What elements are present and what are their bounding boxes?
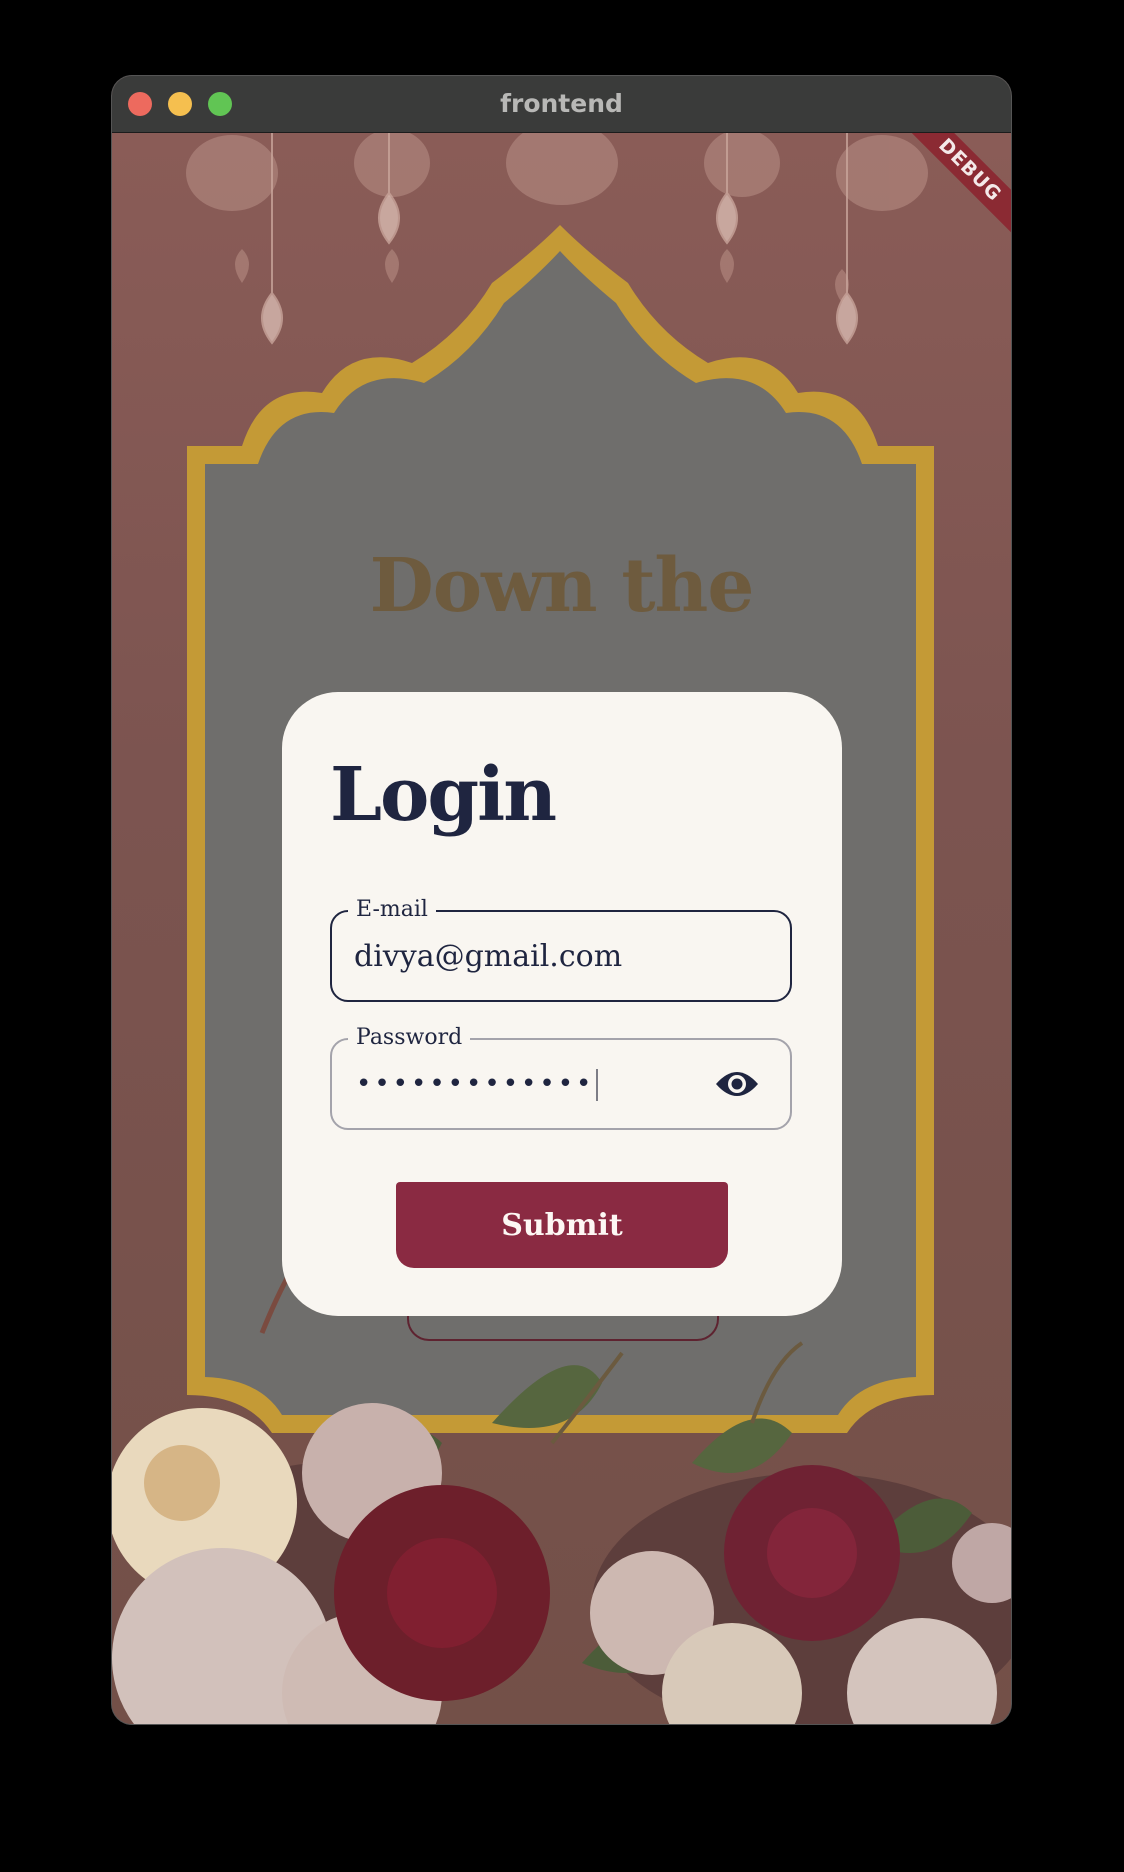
submit-button[interactable]: Submit xyxy=(396,1182,728,1268)
login-card: Login E-mail Password ••••••••••••• xyxy=(282,692,842,1316)
email-field[interactable]: E-mail xyxy=(330,895,792,1002)
eye-icon[interactable] xyxy=(714,1066,760,1102)
login-title: Login xyxy=(330,752,557,838)
title-bar: frontend xyxy=(112,76,1011,133)
email-input[interactable] xyxy=(354,912,714,1000)
password-input[interactable]: ••••••••••••• xyxy=(356,1040,599,1128)
window-title: frontend xyxy=(500,89,623,118)
password-field[interactable]: Password ••••••••••••• xyxy=(330,1023,792,1130)
text-caret xyxy=(596,1068,599,1101)
background-heading: Down the xyxy=(369,543,755,629)
app-content: DEBUG Down the Login E-mail Password •••… xyxy=(112,133,1011,1724)
password-masked-value: ••••••••••••• xyxy=(356,1069,595,1099)
app-window: frontend DEBUG Down the Login E-mail div… xyxy=(112,76,1011,1724)
